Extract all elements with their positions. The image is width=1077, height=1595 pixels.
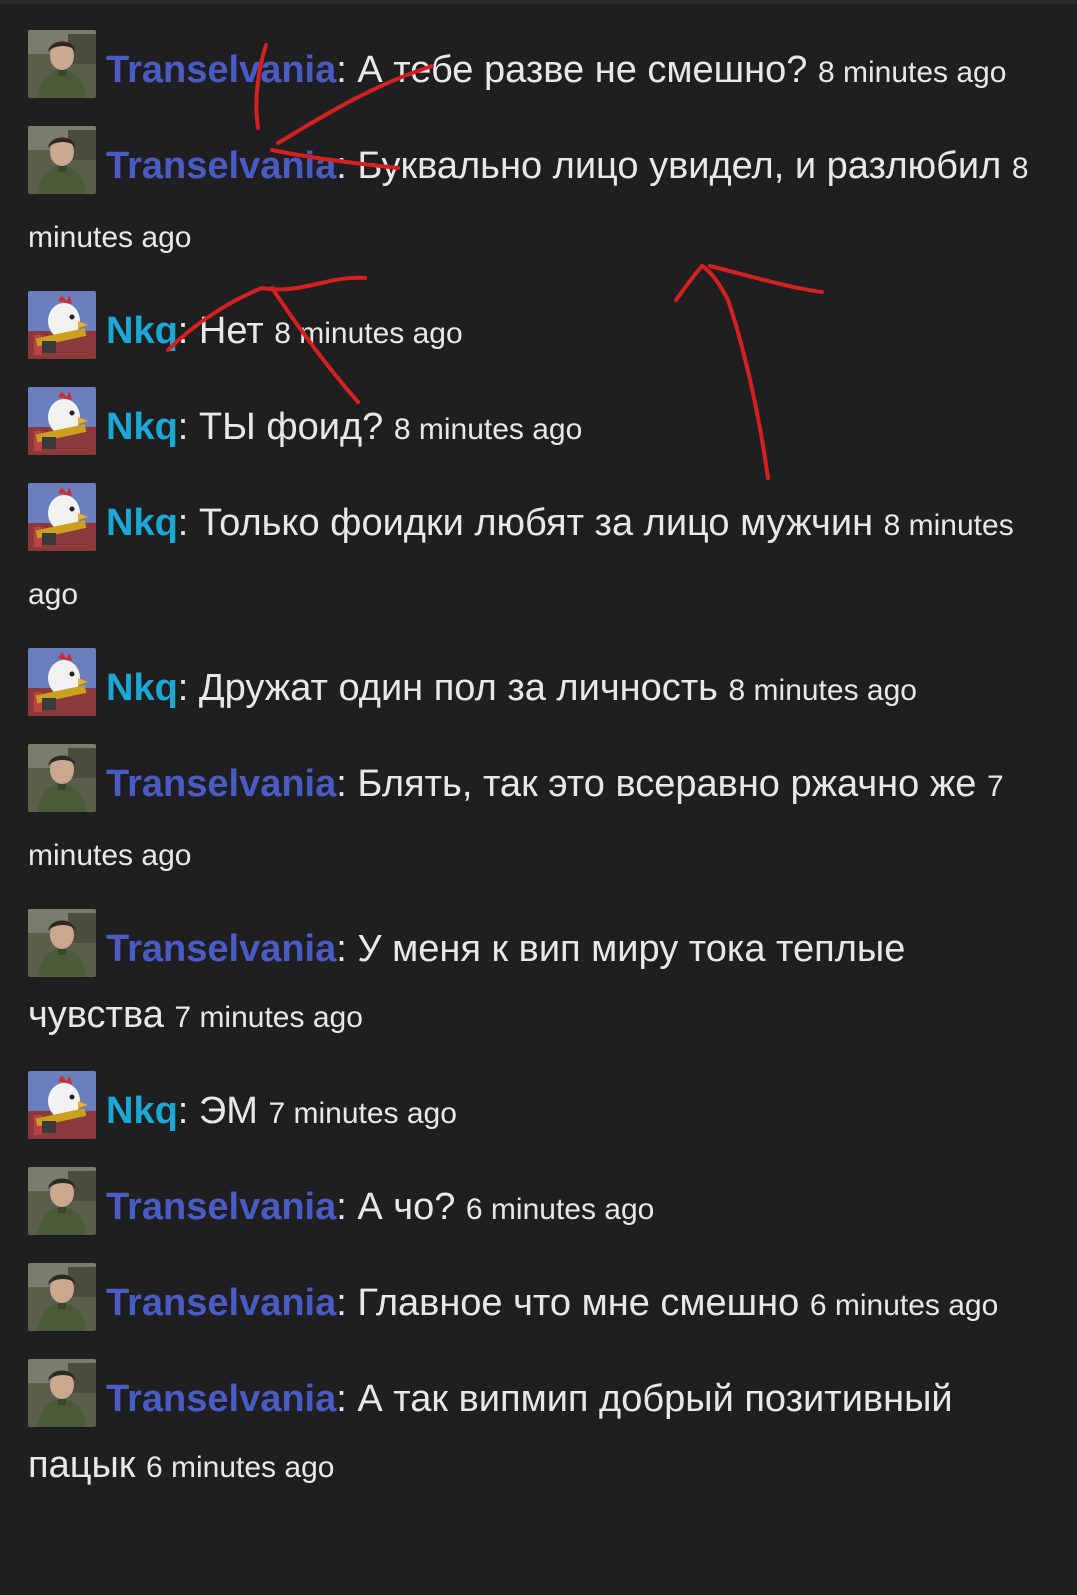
soldier-avatar[interactable] xyxy=(28,126,96,194)
soldier-avatar[interactable] xyxy=(28,909,96,977)
message-timestamp: 8 minutes ago xyxy=(274,317,463,350)
chicken-avatar[interactable] xyxy=(28,648,96,716)
username-link[interactable]: Transelvania xyxy=(106,1282,336,1324)
message-text: А тебе разве не смешно? xyxy=(357,49,808,91)
message-text: Только фоидки любят за лицо мужчин xyxy=(198,502,874,544)
chat-message: Nkq: Только фоидки любят за лицо мужчин … xyxy=(28,483,1048,628)
username-link[interactable]: Nkq xyxy=(106,667,178,709)
username-link[interactable]: Transelvania xyxy=(106,145,336,187)
chat-message: Nkq: ТЫ фоид? 8 minutes ago xyxy=(28,387,1048,463)
message-text: Дружат один пол за личность xyxy=(198,667,718,709)
message-text: ТЫ фоид? xyxy=(198,406,384,448)
message-text: Нет xyxy=(198,310,264,352)
username-link[interactable]: Transelvania xyxy=(106,763,336,805)
chat-message: Transelvania: А так випмип добрый позити… xyxy=(28,1359,1048,1501)
username-link[interactable]: Transelvania xyxy=(106,49,336,91)
message-timestamp: 6 minutes ago xyxy=(465,1193,655,1226)
username-link[interactable]: Nkq xyxy=(106,502,178,544)
username-link[interactable]: Nkq xyxy=(106,310,178,352)
chat-message: Nkq: ЭМ 7 minutes ago xyxy=(28,1071,1048,1147)
message-timestamp: 6 minutes ago xyxy=(809,1289,999,1322)
chat-message: Transelvania: Блять, так это всеравно рж… xyxy=(28,744,1048,889)
chat-message: Transelvania: Главное что мне смешно 6 m… xyxy=(28,1263,1048,1339)
username-link[interactable]: Transelvania xyxy=(106,1186,336,1228)
chat-message: Nkq: Дружат один пол за личность 8 minut… xyxy=(28,648,1048,724)
message-timestamp: 6 minutes ago xyxy=(145,1451,335,1484)
soldier-avatar[interactable] xyxy=(28,1359,96,1427)
message-text: Блять, так это всеравно ржачно же xyxy=(357,763,977,805)
chat-log: Transelvania: А тебе разве не смешно? 8 … xyxy=(28,30,1048,1501)
message-timestamp: 8 minutes ago xyxy=(393,413,583,446)
message-text: ЭМ xyxy=(198,1090,258,1132)
message-timestamp: 8 minutes ago xyxy=(817,56,1007,89)
message-timestamp: 7 minutes ago xyxy=(174,1001,363,1034)
chat-message: Transelvania: А чо? 6 minutes ago xyxy=(28,1167,1048,1243)
message-text: Главное что мне смешно xyxy=(357,1282,800,1324)
chicken-avatar[interactable] xyxy=(28,291,96,359)
soldier-avatar[interactable] xyxy=(28,1263,96,1331)
username-link[interactable]: Nkq xyxy=(106,1090,178,1132)
chicken-avatar[interactable] xyxy=(28,1071,96,1139)
top-divider xyxy=(0,0,1077,4)
chicken-avatar[interactable] xyxy=(28,483,96,551)
username-link[interactable]: Nkq xyxy=(106,406,178,448)
chicken-avatar[interactable] xyxy=(28,387,96,455)
soldier-avatar[interactable] xyxy=(28,744,96,812)
message-timestamp: 8 minutes ago xyxy=(728,674,917,707)
chat-message: Transelvania: У меня к вип миру тока теп… xyxy=(28,909,1048,1051)
username-link[interactable]: Transelvania xyxy=(106,928,336,970)
message-text: Буквально лицо увидел, и разлюбил xyxy=(357,145,1002,187)
chat-message: Nkq: Нет 8 minutes ago xyxy=(28,291,1048,367)
chat-message: Transelvania: Буквально лицо увидел, и р… xyxy=(28,126,1048,271)
message-timestamp: 7 minutes ago xyxy=(268,1097,457,1130)
message-text: А чо? xyxy=(357,1186,456,1228)
chat-message: Transelvania: А тебе разве не смешно? 8 … xyxy=(28,30,1048,106)
username-link[interactable]: Transelvania xyxy=(106,1378,336,1420)
soldier-avatar[interactable] xyxy=(28,1167,96,1235)
soldier-avatar[interactable] xyxy=(28,30,96,98)
